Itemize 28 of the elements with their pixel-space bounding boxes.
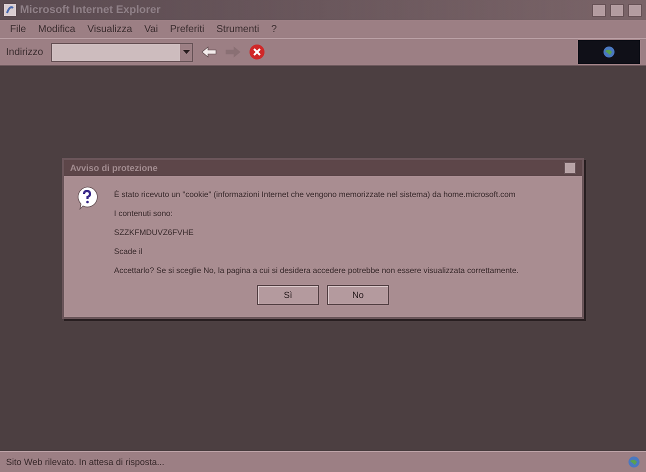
dialog-title: Avviso di protezione [70,163,159,173]
dialog-text: Accettarlo? Se si sceglie No, la pagina a cui si desidera accedere potrebbe non essere visualizzata correttamente. [114,266,520,275]
dialog-button[interactable]: Sì [257,285,319,305]
globe-icon [628,456,640,468]
menu-item[interactable]: Visualizza [87,24,132,34]
maximize-button[interactable] [610,4,624,16]
dialog-text: SZZKFMDUVZ6FVHE [114,228,195,237]
globe-icon [603,46,615,58]
stop-icon[interactable] [249,44,266,60]
menu-item[interactable]: ? [271,24,277,34]
dialog-text: Scade il [114,247,144,256]
menu-item[interactable]: Modifica [38,24,76,34]
address-label: Indirizzo [6,46,44,58]
address-field[interactable] [51,42,194,62]
status-text: Sito Web rilevato. In attesa di risposta... [6,457,166,467]
menu-item[interactable]: Strumenti [216,24,260,34]
question-icon [76,186,98,210]
close-button[interactable] [628,4,642,16]
menu-item[interactable]: File [10,24,26,34]
dialog-button[interactable]: No [327,285,389,305]
back-arrow-icon[interactable] [201,46,218,58]
dialog-close-button[interactable] [564,162,576,174]
dropdown-arrow-icon[interactable] [182,50,190,54]
menu-item[interactable]: Preferiti [170,24,204,34]
dialog-text: I contenuti sono: [114,209,174,218]
menu-item[interactable]: Vai [144,24,158,34]
dialog-text: È stato ricevuto un "cookie" (informazioni Internet che vengono memorizzate nel sistema) da home.microsoft.com [114,190,516,199]
minimize-button[interactable] [592,4,606,16]
